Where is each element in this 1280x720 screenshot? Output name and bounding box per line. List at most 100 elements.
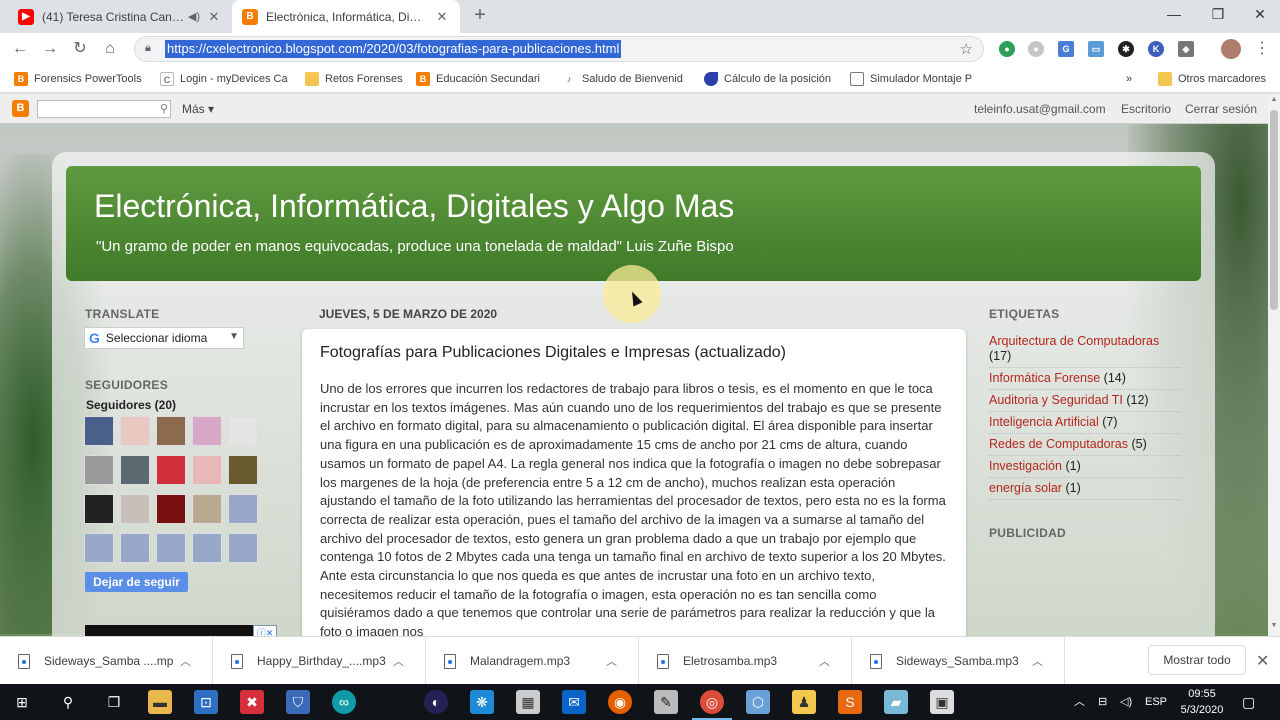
search-icon[interactable]: ⚲ — [160, 102, 168, 115]
chevron-up-icon[interactable]: ︿ — [606, 653, 617, 669]
bookmark-item[interactable]: B Forensics PowerTools — [14, 70, 144, 88]
download-item[interactable]: Sideways_Samba.mp3 ︿ — [852, 637, 1065, 685]
reload-icon[interactable]: ↻ — [68, 37, 92, 61]
chevron-up-icon[interactable]: ︿ — [1032, 653, 1043, 669]
follower-avatar[interactable] — [228, 494, 258, 524]
scroll-down-icon[interactable]: ▼ — [1268, 622, 1280, 634]
follower-avatar[interactable] — [156, 494, 186, 524]
tool-app-icon[interactable]: ✎ — [654, 690, 678, 714]
label-link[interactable]: Arquitectura de Computadoras — [989, 334, 1159, 348]
network-app-icon[interactable]: ❋ — [470, 690, 494, 714]
chrome-icon[interactable]: ◎ — [692, 690, 732, 720]
address-bar[interactable]: 🔒︎ https://cxelectronico.blogspot.com/20… — [134, 36, 984, 62]
download-item[interactable]: Happy_Birthday_....mp3 ︿ — [213, 637, 426, 685]
chevron-up-icon[interactable]: ︿ — [393, 653, 404, 669]
shield-extension-icon[interactable]: ● — [999, 41, 1015, 57]
home-icon[interactable]: ⌂ — [98, 37, 122, 61]
tab-youtube[interactable]: ▶ (41) Teresa Cristina Canta Ch ◀) ✕ — [8, 0, 232, 33]
account-email[interactable]: teleinfo.usat@gmail.com — [974, 102, 1106, 116]
download-item[interactable]: Malandragem.mp3 ︿ — [426, 637, 639, 685]
bookmark-item[interactable]: Cálculo de la posición — [704, 70, 832, 88]
search-icon[interactable]: ⚲ — [56, 690, 80, 714]
close-tab-icon[interactable]: ✕ — [206, 9, 222, 25]
follower-avatar[interactable] — [192, 533, 222, 563]
show-all-downloads-button[interactable]: Mostrar todo — [1148, 645, 1246, 675]
follower-avatar[interactable] — [228, 455, 258, 485]
follower-avatar[interactable] — [156, 455, 186, 485]
bookmark-item[interactable]: ♪ Saludo de Bienvenid — [562, 70, 688, 88]
language-indicator[interactable]: ESP — [1145, 684, 1167, 720]
page-scrollbar[interactable]: ▲ ▼ — [1268, 94, 1280, 636]
xampp-icon[interactable]: ✖ — [240, 690, 264, 714]
menu-kebab-icon[interactable]: ⋮ — [1250, 37, 1274, 61]
chevron-up-icon[interactable]: ︿ — [819, 653, 830, 669]
notes-icon[interactable]: ▰ — [884, 690, 908, 714]
blogger-logo-icon[interactable]: B — [12, 100, 29, 117]
tab-blog[interactable]: B Electrónica, Informática, Digitales ✕ — [232, 0, 460, 33]
bookmark-item[interactable]: B Educación Secundari — [416, 70, 546, 88]
tray-chevron-icon[interactable]: ︿ — [1074, 684, 1085, 720]
notifications-icon[interactable]: ▢ — [1242, 684, 1255, 720]
follower-avatar[interactable] — [84, 416, 114, 446]
minimize-button[interactable]: — — [1152, 0, 1196, 30]
close-window-button[interactable]: ✕ — [1238, 0, 1280, 30]
network-icon[interactable]: ⊟ — [1098, 684, 1107, 720]
bookmark-item[interactable]: Retos Forenses — [305, 70, 405, 88]
extension-icon[interactable]: ● — [1028, 41, 1044, 57]
speaker-icon[interactable]: ◀) — [188, 10, 200, 23]
translate-extension-icon[interactable]: G — [1058, 41, 1074, 57]
follower-avatar[interactable] — [192, 455, 222, 485]
follower-avatar[interactable] — [84, 494, 114, 524]
download-item[interactable]: Sideways_Samba ....mp3 ︿ — [0, 637, 213, 685]
file-explorer-icon[interactable]: ▬ — [148, 690, 172, 714]
blog-search-input[interactable]: ⚲ — [37, 100, 171, 118]
follower-avatar[interactable] — [120, 494, 150, 524]
app-icon[interactable]: ♟ — [792, 690, 816, 714]
label-link[interactable]: Inteligencia Artificial — [989, 415, 1099, 429]
taskbar-clock[interactable]: 09:55 5/3/2020 — [1172, 686, 1232, 718]
screen-extension-icon[interactable]: ▭ — [1088, 41, 1104, 57]
url-text[interactable]: https://cxelectronico.blogspot.com/2020/… — [165, 40, 622, 58]
close-shelf-icon[interactable]: ✕ — [1256, 651, 1269, 671]
profile-avatar[interactable] — [1221, 39, 1241, 59]
follower-avatar[interactable] — [84, 533, 114, 563]
windows-start-icon[interactable]: ⊞ — [10, 690, 34, 714]
store-icon[interactable]: ⊡ — [194, 690, 218, 714]
globe-app-icon[interactable]: ◐ — [424, 690, 448, 714]
language-select[interactable]: G Seleccionar idioma ▼ — [84, 327, 244, 349]
arduino-icon[interactable]: ∞ — [332, 690, 356, 714]
volume-icon[interactable]: ◁) — [1120, 684, 1132, 720]
forward-arrow-icon[interactable]: → — [38, 37, 62, 61]
virtualbox-icon[interactable]: ⬡ — [746, 690, 770, 714]
follower-avatar[interactable] — [156, 416, 186, 446]
firefox-icon[interactable]: ◉ — [608, 690, 632, 714]
k-extension-icon[interactable]: K — [1148, 41, 1164, 57]
follower-avatar[interactable] — [120, 416, 150, 446]
blog-title[interactable]: Electrónica, Informática, Digitales y Al… — [94, 188, 734, 225]
chevron-up-icon[interactable]: ︿ — [180, 653, 191, 669]
maximize-button[interactable]: ❐ — [1196, 0, 1240, 30]
dashboard-link[interactable]: Escritorio — [1121, 102, 1171, 116]
outlook-icon[interactable]: ✉ — [562, 690, 586, 714]
label-link[interactable]: Investigación — [989, 459, 1062, 473]
lock-icon[interactable]: 🔒︎ — [145, 42, 157, 56]
logout-link[interactable]: Cerrar sesión — [1185, 102, 1257, 116]
follower-avatar[interactable] — [156, 533, 186, 563]
other-bookmarks[interactable]: Otros marcadores — [1158, 70, 1274, 88]
follower-avatar[interactable] — [120, 455, 150, 485]
follower-avatar[interactable] — [228, 416, 258, 446]
more-menu[interactable]: Más ▾ — [182, 102, 214, 116]
ad-info-icon[interactable]: ⓘ✕ — [253, 625, 277, 636]
scroll-up-icon[interactable]: ▲ — [1268, 96, 1280, 108]
shield-app-icon[interactable]: ⛉ — [286, 690, 310, 714]
label-link[interactable]: energía solar — [989, 481, 1062, 495]
screen-recorder-icon[interactable]: ▣ — [930, 690, 954, 714]
scrollbar-thumb[interactable] — [1270, 110, 1278, 310]
puzzle-extension-icon[interactable]: ◈ — [1178, 41, 1194, 57]
close-tab-icon[interactable]: ✕ — [434, 9, 450, 25]
label-link[interactable]: Informática Forense — [989, 371, 1100, 385]
task-view-icon[interactable]: ❐ — [102, 690, 126, 714]
new-tab-button[interactable]: + — [468, 4, 492, 28]
label-link[interactable]: Redes de Computadoras — [989, 437, 1128, 451]
follower-avatar[interactable] — [120, 533, 150, 563]
